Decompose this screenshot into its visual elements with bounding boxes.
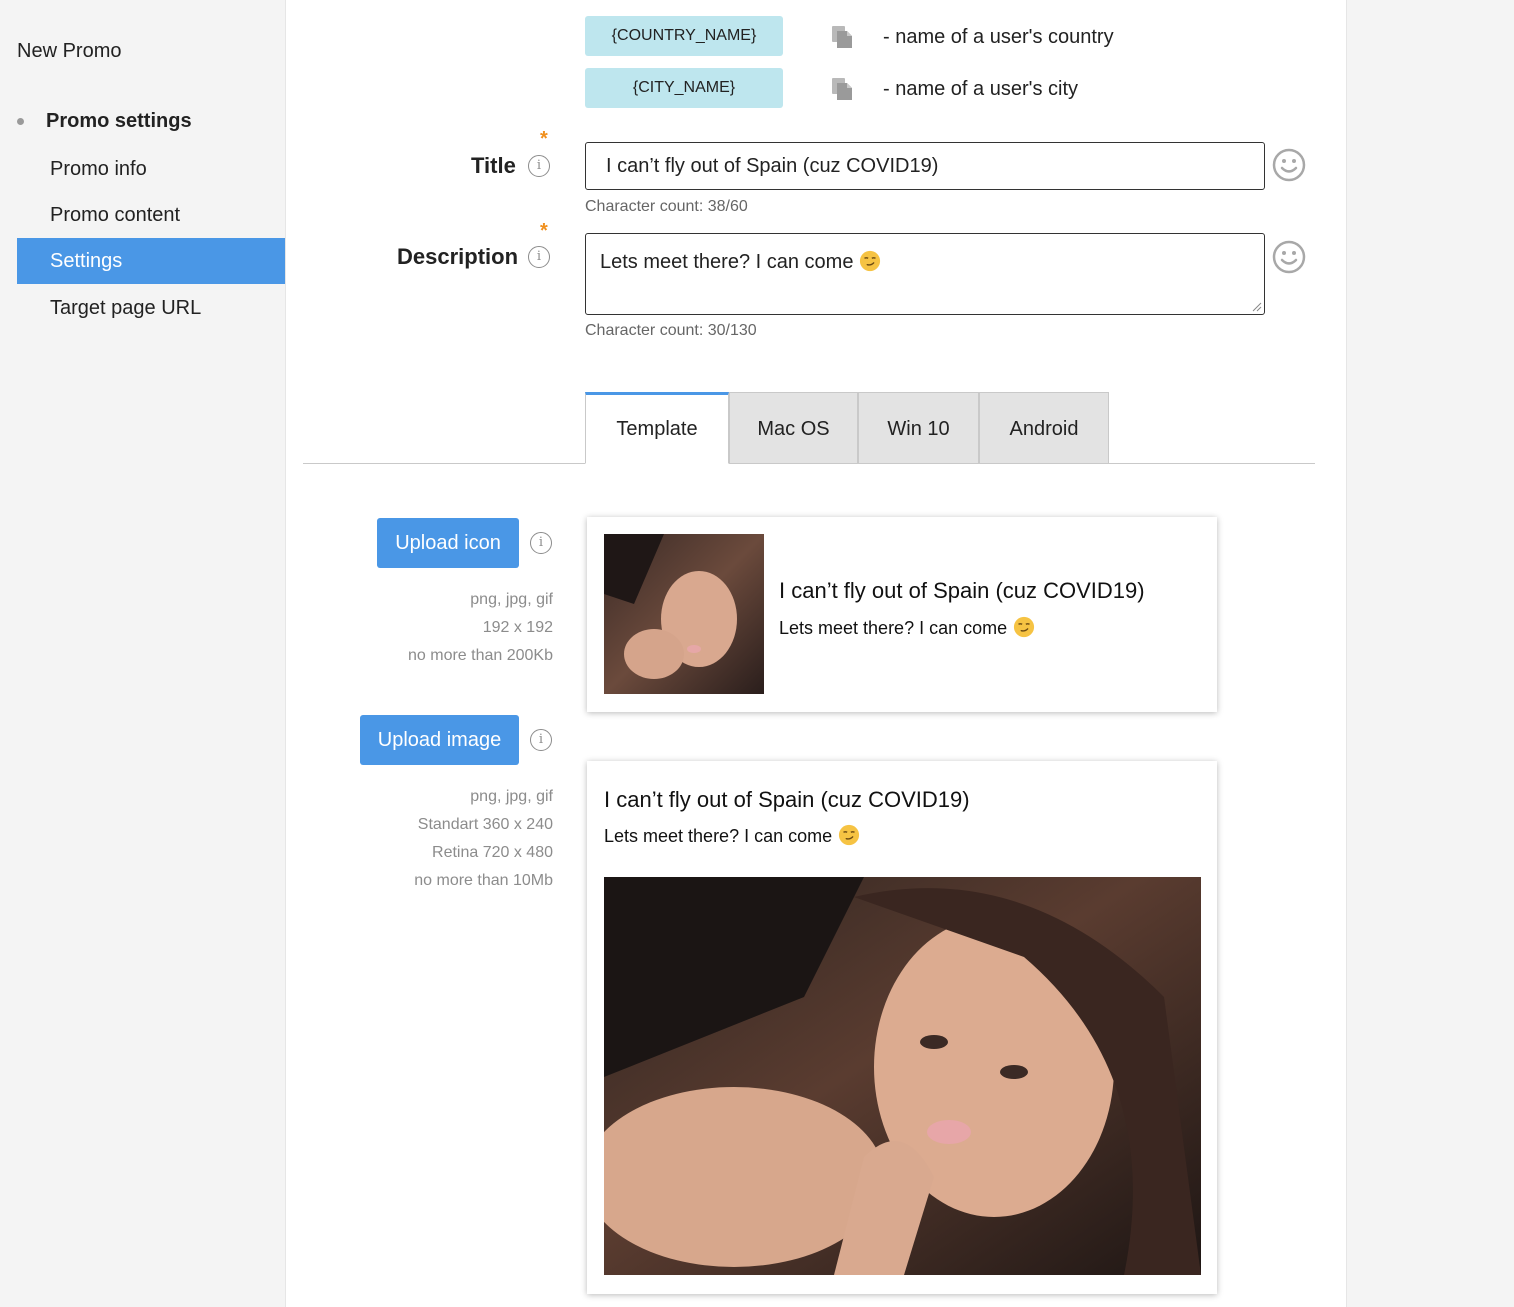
title-label: Title [471,153,516,178]
smirk-emoji [860,250,881,272]
info-icon[interactable]: i [530,729,552,751]
upload-icon-hint-size: 192 x 192 [482,619,553,636]
promo-large-image [604,877,1201,1275]
sidebar-item-promo-info[interactable]: Promo info [17,146,285,192]
description-char-count: Character count: 30/130 [585,322,757,339]
preview-large-title: I can’t fly out of Spain (cuz COVID19) [604,787,970,812]
app-title: New Promo [17,40,122,62]
upload-image-hint-retina: Retina 720 x 480 [432,844,553,861]
upload-image-hint-standard: Standart 360 x 240 [417,816,553,833]
preview-small-title: I can’t fly out of Spain (cuz COVID19) [779,578,1145,603]
bullet-icon [17,118,24,125]
upload-icon-button[interactable]: Upload icon [377,518,519,568]
copy-icon[interactable] [831,77,853,101]
description-label: Description [397,244,519,269]
required-mark: * [540,220,548,242]
resize-handle-icon[interactable] [1252,302,1262,312]
notification-preview-small: I can’t fly out of Spain (cuz COVID19) L… [587,517,1217,712]
upload-image-hint-format: png, jpg, gif [470,788,553,805]
token-city-name[interactable]: {CITY_NAME} [585,68,783,108]
sidebar-section-promo-settings[interactable]: Promo settings [17,110,192,133]
sidebar-item-target-page-url[interactable]: Target page URL [17,285,285,331]
notification-preview-large: I can’t fly out of Spain (cuz COVID19) L… [587,761,1217,1294]
description-text: Lets meet there? I can come [600,251,854,273]
sidebar: New Promo Promo settings Promo info Prom… [0,0,285,1307]
tab-mac-os[interactable]: Mac OS [729,392,858,464]
required-mark: * [540,128,548,150]
info-icon[interactable]: i [530,532,552,554]
tab-android[interactable]: Android [979,392,1109,464]
upload-icon-hint-format: png, jpg, gif [470,591,553,608]
smiley-icon[interactable] [1272,240,1306,274]
token-city-description: - name of a user's city [883,78,1078,100]
upload-image-hint-limit: no more than 10Mb [414,872,553,889]
preview-large-description-row: Lets meet there? I can come [604,824,860,847]
tab-win-10[interactable]: Win 10 [858,392,979,464]
promo-icon-image [604,534,764,694]
upload-icon-hint-limit: no more than 200Kb [408,647,553,664]
upload-image-button[interactable]: Upload image [360,715,519,765]
copy-icon[interactable] [831,25,853,49]
smirk-emoji [1014,616,1035,638]
info-icon[interactable]: i [528,155,550,177]
preview-large-description: Lets meet there? I can come [604,826,833,846]
token-country-name[interactable]: {COUNTRY_NAME} [585,16,783,56]
sidebar-section-label: Promo settings [46,110,192,132]
smiley-icon[interactable] [1272,148,1306,182]
preview-small-description: Lets meet there? I can come [779,618,1008,638]
title-char-count: Character count: 38/60 [585,198,748,215]
sidebar-item-promo-content[interactable]: Promo content [17,192,285,238]
smirk-emoji [839,824,860,846]
main-panel: {COUNTRY_NAME} - name of a user's countr… [285,0,1347,1307]
sidebar-item-settings[interactable]: Settings [17,238,285,284]
description-input[interactable]: Lets meet there? I can come [585,233,1265,315]
tab-template[interactable]: Template [585,392,729,464]
info-icon[interactable]: i [528,246,550,268]
token-country-description: - name of a user's country [883,26,1114,48]
preview-small-description-row: Lets meet there? I can come [779,616,1035,639]
title-input[interactable]: I can’t fly out of Spain (cuz COVID19) [585,142,1265,190]
